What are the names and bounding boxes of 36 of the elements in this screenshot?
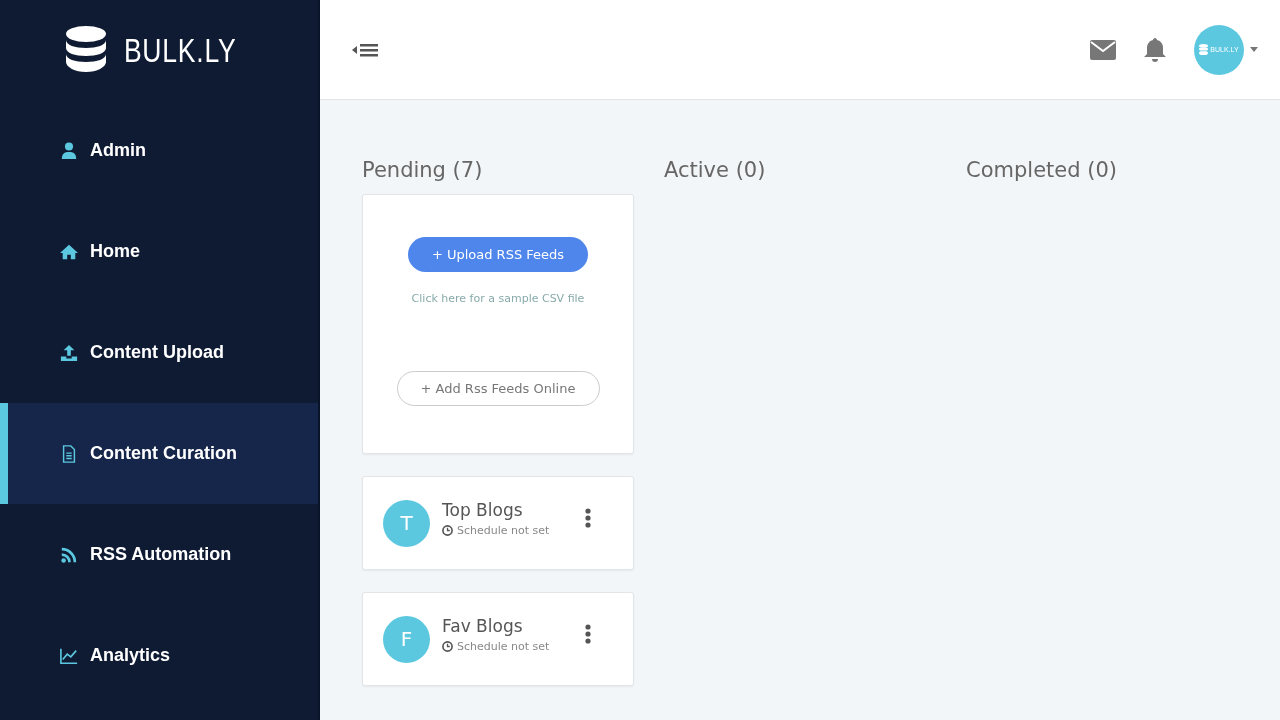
sidebar-item[interactable]: RSS Automation xyxy=(0,504,318,605)
feed-name: Fav Blogs xyxy=(442,615,524,636)
column-title: Completed (0) xyxy=(966,158,1118,182)
sidebar-item[interactable]: Content Curation xyxy=(0,403,318,504)
home-icon xyxy=(60,242,78,261)
upload-icon xyxy=(60,343,78,362)
bell-icon[interactable] xyxy=(1144,37,1166,62)
feed-avatar: T xyxy=(383,499,430,547)
chart-icon xyxy=(60,646,78,665)
column-title: Pending (7) xyxy=(362,158,484,182)
feed-card[interactable]: T Top Blogs Schedule not set xyxy=(362,476,634,570)
more-options-icon[interactable] xyxy=(585,508,591,528)
database-icon xyxy=(65,26,106,74)
column-title: Active (0) xyxy=(664,158,767,182)
sidebar-item[interactable]: Admin xyxy=(0,100,318,201)
database-icon xyxy=(1199,44,1209,55)
add-feeds-button[interactable]: + Add Rss Feeds Online xyxy=(396,371,600,406)
feed-card[interactable]: F Fav Blogs Schedule not set xyxy=(362,592,634,686)
sidebar-item[interactable]: Analytics xyxy=(0,605,318,706)
feed-avatar: F xyxy=(383,615,430,663)
clock-icon xyxy=(442,524,453,536)
feed-name: Top Blogs xyxy=(442,499,524,520)
schedule-status: Schedule not set xyxy=(457,523,550,537)
user-icon xyxy=(60,141,78,160)
brand-logo: BULK.LY xyxy=(123,30,237,70)
mail-icon[interactable] xyxy=(1090,39,1116,60)
more-options-icon[interactable] xyxy=(585,624,591,644)
rss-icon xyxy=(60,545,78,564)
sidebar-item[interactable]: Home xyxy=(0,201,318,302)
menu-collapse-icon[interactable] xyxy=(352,41,380,58)
caret-icon[interactable] xyxy=(1250,47,1258,52)
sidebar-item[interactable]: Content Upload xyxy=(0,302,318,403)
schedule-status: Schedule not set xyxy=(457,639,550,653)
clock-icon xyxy=(442,640,453,652)
upload-button[interactable]: + Upload RSS Feeds xyxy=(407,237,589,272)
file-icon xyxy=(60,444,78,463)
